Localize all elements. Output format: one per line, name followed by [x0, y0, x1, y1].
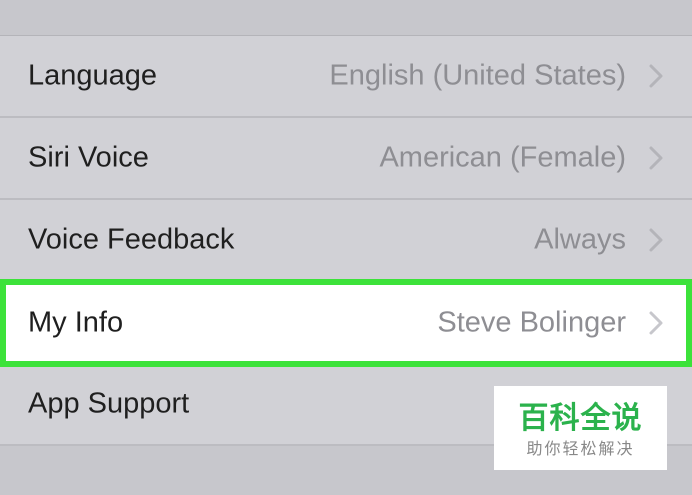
chevron-right-icon — [649, 311, 663, 335]
watermark-subtitle: 助你轻松解决 — [526, 441, 635, 458]
siri-settings-list: Language English (United States) Siri Vo… — [0, 36, 692, 446]
watermark-logo: 百科全说 助你轻松解决 — [494, 386, 667, 470]
my-info-value: Steve Bolinger — [437, 306, 626, 339]
app-support-label: App Support — [28, 387, 190, 420]
chevron-right-icon — [649, 146, 663, 170]
voice-feedback-label: Voice Feedback — [28, 223, 235, 256]
chevron-right-icon — [649, 228, 663, 252]
watermark-title: 百科全说 — [518, 402, 643, 435]
my-info-label: My Info — [28, 306, 124, 339]
language-label: Language — [28, 59, 158, 92]
siri-voice-value: American (Female) — [379, 141, 626, 174]
voice-feedback-row[interactable]: Voice Feedback Always — [0, 200, 692, 282]
siri-voice-label: Siri Voice — [28, 141, 149, 174]
chevron-right-icon — [649, 64, 663, 88]
language-value: English (United States) — [329, 59, 626, 92]
language-row[interactable]: Language English (United States) — [0, 36, 692, 118]
my-info-row[interactable]: My Info Steve Bolinger — [0, 279, 692, 367]
siri-voice-row[interactable]: Siri Voice American (Female) — [0, 118, 692, 200]
voice-feedback-value: Always — [534, 223, 626, 256]
top-band — [0, 0, 692, 36]
